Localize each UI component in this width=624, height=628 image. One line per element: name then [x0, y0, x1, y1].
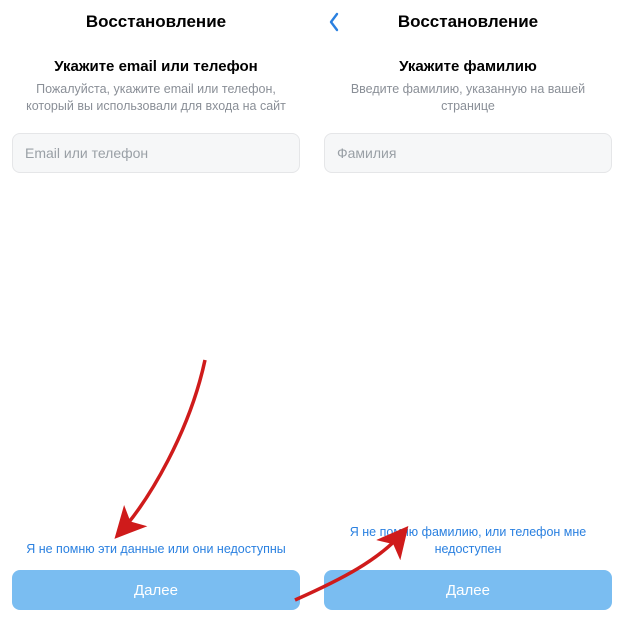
two-up-screenshot: Восстановление Укажите email или телефон… [0, 0, 624, 628]
back-button[interactable] [322, 10, 346, 34]
next-button[interactable]: Далее [12, 570, 300, 610]
prompt-heading: Укажите фамилию [324, 58, 612, 75]
pane-restore-surname: Восстановление Укажите фамилию Введите ф… [312, 0, 624, 628]
pane-restore-contact: Восстановление Укажите email или телефон… [0, 0, 312, 628]
prompt-subheading: Введите фамилию, указанную на вашей стра… [324, 81, 612, 115]
chevron-left-icon [328, 12, 340, 32]
next-button[interactable]: Далее [324, 570, 612, 610]
surname-input[interactable] [324, 133, 612, 173]
contact-input[interactable] [12, 133, 300, 173]
page-title: Восстановление [398, 12, 538, 32]
field-wrap [324, 133, 612, 173]
content: Укажите email или телефон Пожалуйста, ук… [0, 44, 312, 115]
forgot-link[interactable]: Я не помню эти данные или они недоступны [12, 541, 300, 558]
header: Восстановление [312, 0, 624, 44]
forgot-link[interactable]: Я не помню фамилию, или телефон мне недо… [324, 524, 612, 558]
prompt-heading: Укажите email или телефон [12, 58, 300, 75]
prompt-subheading: Пожалуйста, укажите email или телефон, к… [12, 81, 300, 115]
bottom-actions: Я не помню эти данные или они недоступны… [0, 541, 312, 610]
content: Укажите фамилию Введите фамилию, указанн… [312, 44, 624, 115]
page-title: Восстановление [86, 12, 226, 32]
field-wrap [12, 133, 300, 173]
bottom-actions: Я не помню фамилию, или телефон мне недо… [312, 524, 624, 610]
header: Восстановление [0, 0, 312, 44]
